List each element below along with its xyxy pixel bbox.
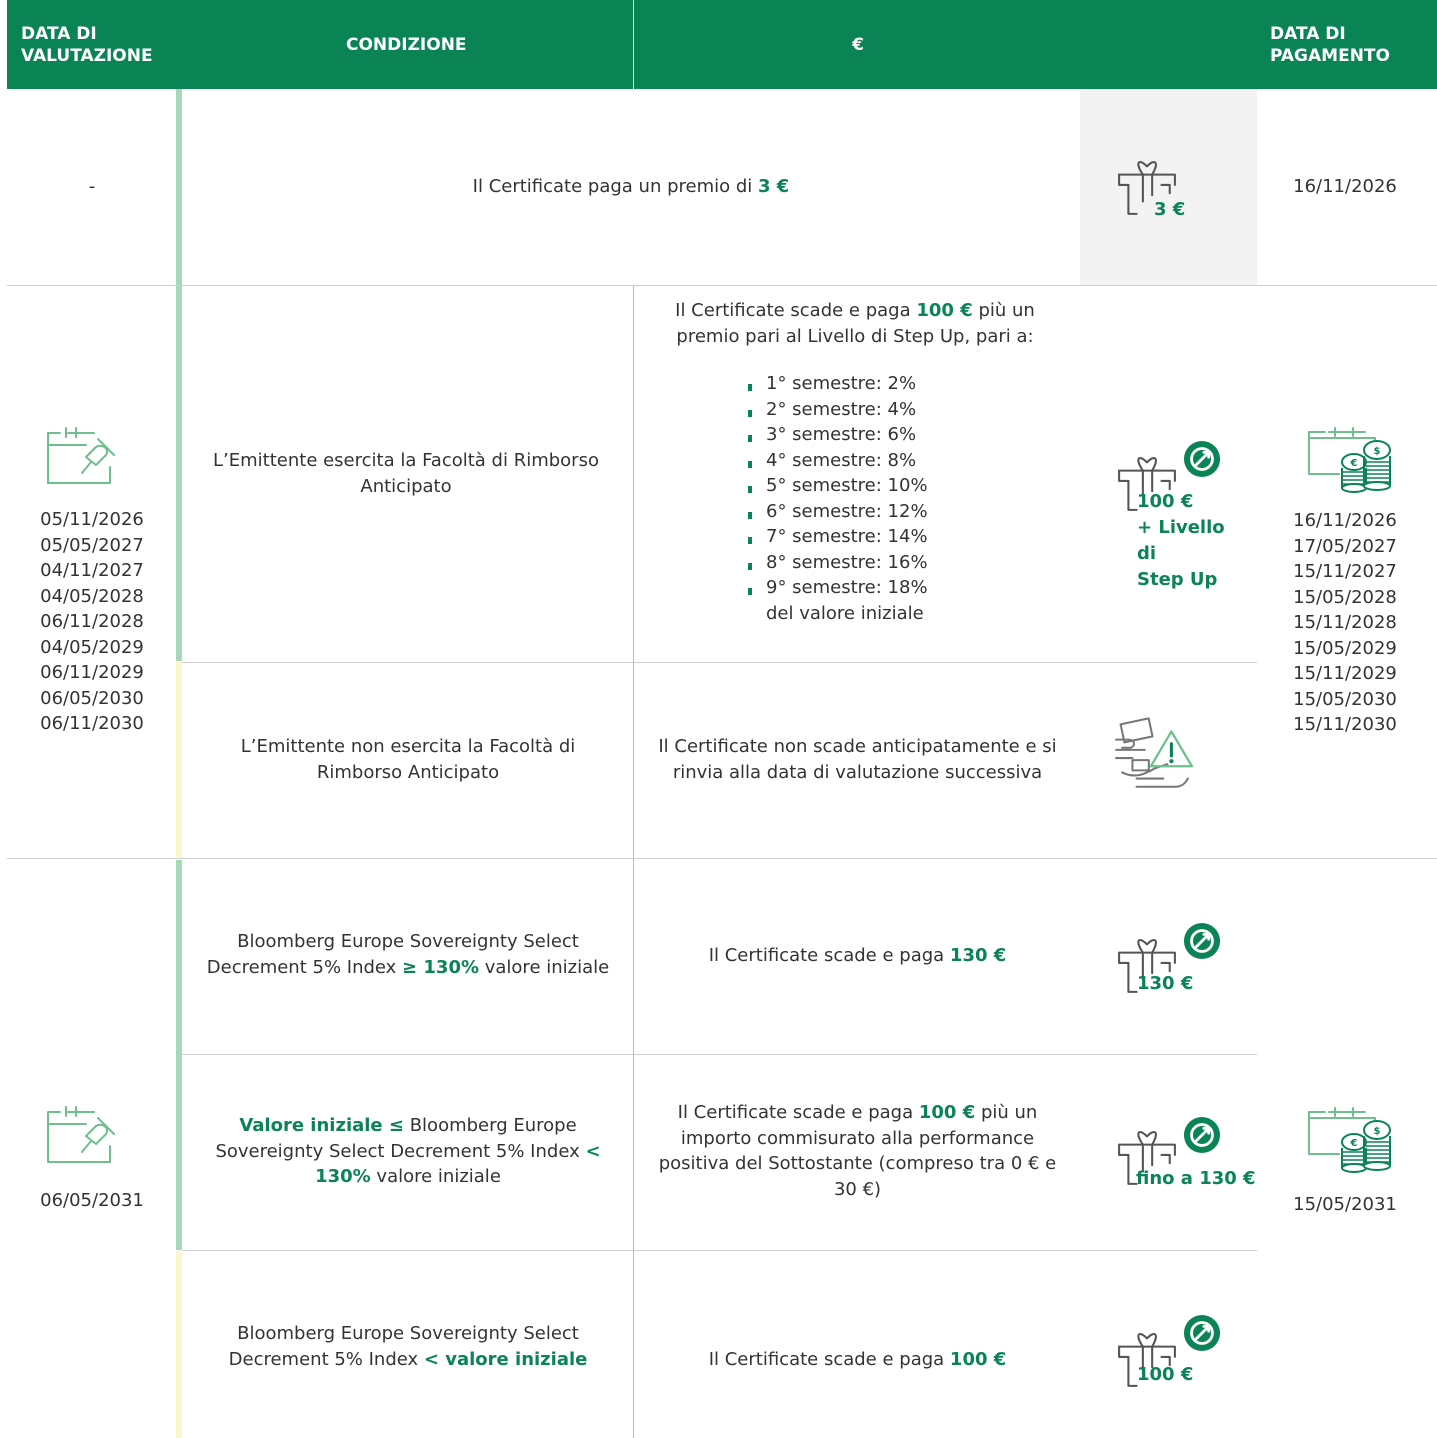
header-valuation-date: DATA DI VALUTAZIONE: [21, 0, 181, 89]
list-item: 1° semestre: 2%: [748, 371, 1048, 397]
list-item: 8° semestre: 16%: [748, 550, 1048, 576]
payment-date: 15/11/2028: [1293, 612, 1397, 633]
row3b-condition-bold: Valore iniziale ≤: [239, 1115, 404, 1136]
list-item: 4° semestre: 8%: [748, 448, 1048, 474]
row3b-condition: Valore iniziale ≤ Bloomberg Europe Sover…: [205, 1113, 611, 1190]
payment-date: 15/05/2029: [1293, 637, 1397, 659]
header-condition: CONDIZIONE: [346, 34, 467, 55]
payment-date: 15/05/2028: [1293, 586, 1397, 608]
column-divider: [633, 286, 634, 858]
calendar-coins-icon: [1305, 1104, 1395, 1174]
row3c-outcome-amount: 100 €: [949, 1349, 1007, 1370]
eval-date: 06/11/2028: [40, 611, 144, 632]
row2-eval-dates: 05/11/2026 05/05/2027 04/11/2027 04/05/2…: [20, 507, 164, 737]
eval-date: 06/11/2030: [40, 713, 144, 734]
row3b-outcome: Il Certificate scade e paga 100 € più un…: [650, 1100, 1065, 1202]
calendar-pin-icon: [46, 1104, 116, 1164]
row3a-condition-bold: ≥ 130%: [402, 956, 480, 978]
row3c-condition-bold: < valore iniziale: [423, 1348, 588, 1370]
column-divider: [633, 859, 634, 1438]
row2b-condition: L’Emittente non esercita la Facoltà di R…: [240, 736, 576, 783]
row-divider: [182, 1054, 1257, 1055]
row2a-icon-label: 100 € + Livello di Step Up: [1137, 489, 1247, 593]
header-euro: €: [852, 34, 864, 55]
eval-date: 06/11/2029: [40, 662, 144, 683]
eval-date: 04/05/2029: [40, 636, 144, 658]
row2b-outcome: Il Certificate non scade anticipatamente…: [658, 736, 1057, 783]
row2a-icon-label-line: + Livello di: [1137, 517, 1225, 564]
list-item: 2° semestre: 4%: [748, 397, 1048, 423]
list-item: 6° semestre: 12%: [748, 499, 1048, 525]
row3a-condition-text: valore iniziale: [479, 956, 610, 978]
row3b-condition-text: valore iniziale: [370, 1166, 501, 1187]
row-divider: [182, 662, 1257, 663]
check-badge-icon: [1183, 1116, 1221, 1154]
row1-condition: Il Certificate paga un premio di 3 €: [182, 174, 1080, 200]
row3c-outcome: Il Certificate scade e paga 100 €: [650, 1347, 1065, 1373]
row3c-condition: Bloomberg Europe Sovereignty Select Decr…: [200, 1321, 616, 1372]
header-payment-date-line2: PAGAMENTO: [1270, 45, 1390, 66]
eval-date: 06/05/2030: [40, 687, 144, 709]
status-bar-yellow: [176, 662, 182, 858]
row3c-icon-label: 100 €: [1137, 1364, 1194, 1385]
row1-eval-date: -: [88, 176, 96, 197]
row-divider: [182, 1250, 1257, 1251]
eval-date: 04/11/2027: [40, 560, 144, 581]
row3a-icon-label: 130 €: [1137, 973, 1194, 994]
row2a-outcome: Il Certificate scade e paga 100 € più un…: [650, 298, 1060, 349]
payment-date: 15/11/2030: [1293, 714, 1397, 735]
row3b-outcome-amount: 100 €: [918, 1102, 976, 1123]
eval-date: 05/05/2027: [40, 534, 144, 556]
row3a-condition: Bloomberg Europe Sovereignty Select Decr…: [200, 929, 616, 980]
check-badge-icon: [1183, 440, 1221, 478]
check-badge-icon: [1183, 1314, 1221, 1352]
eval-date: 04/05/2028: [40, 585, 144, 607]
hand-money-warning-icon: [1114, 715, 1196, 797]
list-item: 9° semestre: 18%: [748, 575, 1048, 601]
row2a-condition: L’Emittente esercita la Facoltà di Rimbo…: [213, 450, 599, 497]
table-header: DATA DI VALUTAZIONE CONDIZIONE € DATA DI…: [7, 0, 1437, 89]
row-divider: [7, 285, 1437, 286]
check-badge-icon: [1183, 922, 1221, 960]
row2a-outcome-text: Il Certificate scade e paga: [675, 300, 917, 321]
row3b-outcome-text: Il Certificate scade e paga: [677, 1102, 919, 1123]
row-divider: [7, 858, 1437, 859]
row3c-outcome-text: Il Certificate scade e paga: [708, 1349, 950, 1370]
row3a-outcome: Il Certificate scade e paga 130 €: [650, 943, 1065, 969]
row2a-icon-label-line: 100 €: [1137, 491, 1194, 512]
list-item: 3° semestre: 6%: [748, 422, 1048, 448]
step-up-list-tail: del valore iniziale: [766, 602, 924, 624]
list-item: 7° semestre: 14%: [748, 524, 1048, 550]
step-up-list: 1° semestre: 2% 2° semestre: 4% 3° semes…: [748, 371, 1048, 626]
header-payment-date-line1: DATA DI: [1270, 23, 1346, 44]
row3a-outcome-text: Il Certificate scade e paga: [708, 945, 950, 966]
row2a-icon-label-line: Step Up: [1137, 569, 1218, 590]
row3b-icon-label: fino a 130 €: [1136, 1168, 1256, 1189]
header-valuation-date-line1: DATA DI: [21, 23, 97, 44]
row1-condition-text: Il Certificate paga un premio di: [472, 176, 759, 197]
row2a-outcome-amount: 100 €: [916, 300, 973, 321]
row3-payment-date: 15/05/2031: [1293, 1194, 1397, 1215]
payment-date: 16/11/2026: [1293, 510, 1397, 531]
status-bar-yellow: [176, 1251, 182, 1438]
header-valuation-date-line2: VALUTAZIONE: [21, 45, 153, 66]
calendar-pin-icon: [46, 425, 116, 485]
row3a-outcome-amount: 130 €: [949, 945, 1007, 966]
status-bar-green: [176, 860, 182, 1250]
payment-date: 15/05/2030: [1293, 688, 1397, 710]
row3-eval-date: 06/05/2031: [40, 1190, 144, 1211]
eval-date: 05/11/2026: [40, 509, 144, 530]
row2-payment-dates: 16/11/2026 17/05/2027 15/11/2027 15/05/2…: [1265, 508, 1425, 738]
row1-icon-label: 3 €: [1154, 199, 1186, 220]
header-payment-date: DATA DI PAGAMENTO: [1270, 0, 1430, 89]
payment-date: 17/05/2027: [1293, 535, 1397, 557]
row1-condition-amount: 3 €: [758, 176, 790, 197]
calendar-coins-icon: [1305, 424, 1395, 494]
payment-date: 15/11/2029: [1293, 663, 1397, 684]
list-item: 5° semestre: 10%: [748, 473, 1048, 499]
row1-payment-date: 16/11/2026: [1293, 176, 1397, 197]
payment-date: 15/11/2027: [1293, 561, 1397, 582]
